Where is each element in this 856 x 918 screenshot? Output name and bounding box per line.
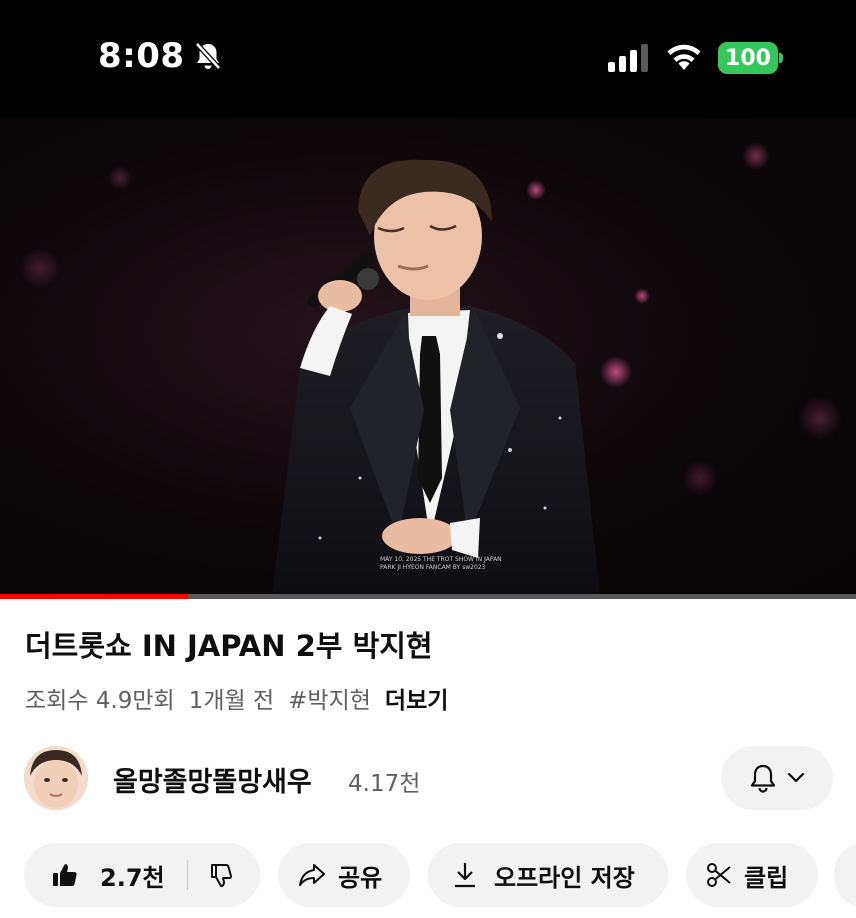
like-icon[interactable] bbox=[52, 862, 78, 888]
video-frame bbox=[20, 142, 842, 595]
status-bar: 8:08 100 bbox=[0, 0, 856, 118]
more-button[interactable]: 더보기 bbox=[385, 681, 448, 715]
bell-icon bbox=[749, 763, 777, 793]
bell-off-icon bbox=[192, 40, 224, 72]
video-player[interactable] bbox=[0, 118, 856, 595]
share-button[interactable]: 공유 bbox=[278, 843, 410, 907]
like-divider bbox=[186, 860, 188, 890]
channel-name[interactable]: 올망졸망똘망새우 bbox=[113, 760, 312, 799]
video-info-panel: 더트롯쇼 IN JAPAN 2부 박지현 조회수 4.9만회 1개월 전 #박지… bbox=[0, 599, 856, 918]
wifi-icon bbox=[664, 40, 704, 72]
offline-save-button[interactable]: 오프라인 저장 bbox=[428, 843, 668, 907]
chevron-down-icon bbox=[787, 772, 805, 784]
more-actions-button[interactable] bbox=[834, 843, 856, 907]
battery-cap bbox=[779, 53, 783, 63]
status-time: 8:08 bbox=[98, 36, 185, 76]
dislike-icon[interactable] bbox=[208, 862, 234, 888]
battery-level: 100 bbox=[718, 42, 778, 74]
like-dislike-pill: 2.7천 bbox=[24, 843, 260, 907]
notification-subscription-button[interactable] bbox=[721, 746, 833, 810]
video-meta[interactable]: 조회수 4.9만회 1개월 전 #박지현 더보기 bbox=[25, 681, 448, 715]
like-count[interactable]: 2.7천 bbox=[100, 858, 165, 893]
download-icon bbox=[452, 861, 478, 889]
clip-button[interactable]: 클립 bbox=[686, 843, 818, 907]
scissors-icon bbox=[706, 862, 732, 888]
channel-avatar[interactable] bbox=[24, 746, 88, 810]
signal-icon bbox=[608, 44, 652, 72]
upload-age: 1개월 전 bbox=[188, 688, 275, 714]
channel-row: 올망졸망똘망새우 4.17천 bbox=[0, 744, 856, 816]
video-watermark: MAY 10, 2025 THE TROT SHOW IN JAPAN PARK… bbox=[380, 556, 502, 572]
view-count: 조회수 4.9만회 bbox=[25, 688, 175, 714]
subscriber-count: 4.17천 bbox=[348, 771, 421, 797]
watermark-line-1: MAY 10, 2025 THE TROT SHOW IN JAPAN bbox=[380, 556, 502, 563]
watermark-line-2: PARK JI HYEON FANCAM BY sw2023 bbox=[380, 564, 486, 571]
hashtag-link[interactable]: #박지현 bbox=[288, 681, 371, 715]
video-title[interactable]: 더트롯쇼 IN JAPAN 2부 박지현 bbox=[25, 623, 433, 665]
share-label: 공유 bbox=[338, 863, 383, 892]
clip-label: 클립 bbox=[744, 863, 789, 892]
action-bar: 2.7천 공유 오프라인 저장 클립 bbox=[0, 843, 856, 907]
offline-save-label: 오프라인 저장 bbox=[494, 863, 635, 892]
battery-icon: 100 bbox=[718, 42, 783, 74]
share-icon bbox=[298, 862, 326, 888]
